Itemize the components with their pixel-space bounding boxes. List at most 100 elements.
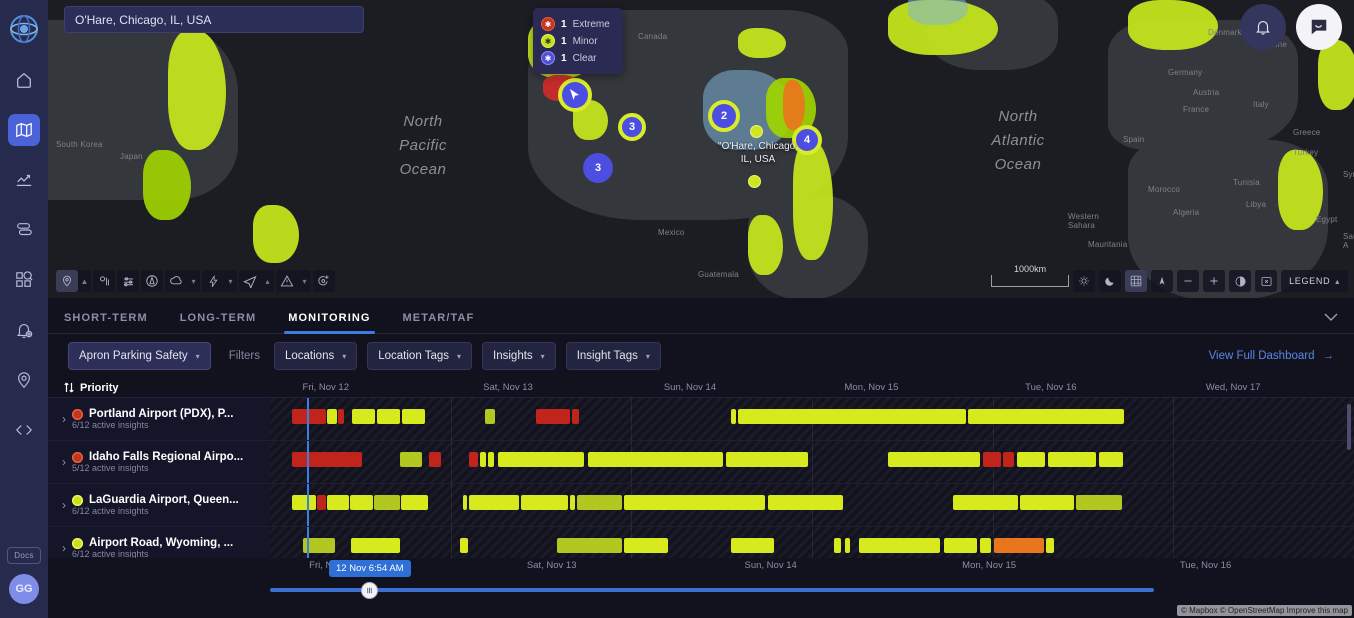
priority-sort-button[interactable]: Priority [48, 382, 270, 394]
timeline-bar[interactable] [488, 452, 495, 467]
timeline-bar[interactable] [377, 409, 400, 424]
timeline-bar[interactable] [317, 495, 327, 510]
time-slider-track[interactable] [270, 588, 1154, 592]
sidebar-item-explore[interactable] [8, 264, 40, 296]
timeline-bar[interactable] [768, 495, 844, 510]
chevron-down-icon[interactable]: ▾ [298, 270, 311, 292]
view-full-dashboard-link[interactable]: View Full Dashboard → [1209, 350, 1334, 362]
timeline-bar[interactable] [834, 538, 842, 553]
timeline-bar[interactable] [463, 495, 467, 510]
avatar[interactable]: GG [9, 574, 39, 604]
timeline-bar[interactable] [859, 538, 940, 553]
timeline-bar[interactable] [429, 452, 441, 467]
airport-icon[interactable] [141, 270, 163, 292]
filter-locations[interactable]: Locations ▾ [274, 342, 357, 370]
warning-icon[interactable] [276, 270, 298, 292]
fullscreen-icon[interactable] [1255, 270, 1277, 292]
timeline-bar[interactable] [738, 409, 966, 424]
timeline-bar[interactable] [1046, 538, 1054, 553]
zoom-out-button[interactable] [1177, 270, 1199, 292]
timeline-bar[interactable] [557, 538, 622, 553]
timeline-bar[interactable] [577, 495, 623, 510]
search-input[interactable]: O'Hare, Chicago, IL, USA [64, 6, 364, 33]
timeline-track[interactable] [270, 484, 1354, 526]
timeline-bar[interactable] [352, 409, 375, 424]
sidebar-item-locations[interactable] [8, 364, 40, 396]
map-cluster-marker[interactable]: 2 [708, 100, 740, 132]
docs-button[interactable]: Docs [7, 547, 40, 564]
timeline-bar[interactable] [327, 495, 349, 510]
timeline-bar[interactable] [292, 452, 362, 467]
map-attribution[interactable]: © Mapbox © OpenStreetMap Improve this ma… [1177, 605, 1352, 616]
table-row[interactable]: ›LaGuardia Airport, Queen...6/12 active … [48, 484, 1354, 527]
timeline-bar[interactable] [351, 538, 400, 553]
timeline-bar[interactable] [400, 452, 422, 467]
time-slider-handle[interactable] [361, 582, 378, 599]
timeline-bar[interactable] [480, 452, 485, 467]
lightning-icon[interactable] [202, 270, 224, 292]
timeline-bar[interactable] [1099, 452, 1123, 467]
timeline-bar[interactable] [1076, 495, 1122, 510]
support-chat-button[interactable] [1296, 4, 1342, 50]
timeline-rows[interactable]: ›Portland Airport (PDX), P...6/12 active… [48, 398, 1354, 558]
timeline-bar[interactable] [327, 409, 337, 424]
timeline-bar[interactable] [726, 452, 807, 467]
sidebar-item-layers[interactable] [8, 214, 40, 246]
timeline-bar[interactable] [1017, 452, 1045, 467]
timeline-bar[interactable] [469, 452, 478, 467]
expand-row-button[interactable]: › [62, 455, 66, 469]
notifications-button[interactable] [1240, 4, 1286, 50]
timeline-bar[interactable] [624, 538, 667, 553]
chevron-up-icon[interactable]: ▴ [261, 270, 274, 292]
pin-add-icon[interactable] [313, 270, 335, 292]
timeline-bar[interactable] [521, 495, 568, 510]
timeline-bar[interactable] [498, 452, 585, 467]
vertical-scrollbar[interactable] [1347, 404, 1351, 450]
timeline-bar[interactable] [1048, 452, 1096, 467]
filter-insights[interactable]: Insights ▾ [482, 342, 556, 370]
timeline-bar[interactable] [338, 409, 343, 424]
filter-location-tags[interactable]: Location Tags ▾ [367, 342, 472, 370]
tab-monitoring[interactable]: MONITORING [272, 312, 386, 333]
moon-icon[interactable] [1099, 270, 1121, 292]
timeline-bar[interactable] [624, 495, 765, 510]
table-row[interactable]: ›Airport Road, Wyoming, ...6/12 active i… [48, 527, 1354, 558]
timeline-bar[interactable] [944, 538, 977, 553]
timeline-bar[interactable] [292, 409, 327, 424]
timeline-bar[interactable] [570, 495, 574, 510]
chevron-up-icon[interactable]: ▲ [78, 270, 91, 292]
timeline-bar[interactable] [572, 409, 579, 424]
plane-icon[interactable] [239, 270, 261, 292]
chevron-down-icon[interactable]: ▾ [224, 270, 237, 292]
timeline-bar[interactable] [292, 495, 316, 510]
sidebar-item-home[interactable] [8, 64, 40, 96]
chevron-down-icon[interactable]: ▾ [187, 270, 200, 292]
timeline-bar[interactable] [731, 409, 736, 424]
timeline-bar[interactable] [469, 495, 519, 510]
tab-short-term[interactable]: SHORT-TERM [48, 312, 164, 333]
pin-filter-icon[interactable] [93, 270, 115, 292]
brightness-icon[interactable] [1073, 270, 1095, 292]
collapse-panel-button[interactable] [1324, 311, 1338, 325]
timeline-bar[interactable] [485, 409, 496, 424]
timeline-bar[interactable] [1003, 452, 1014, 467]
map-minor-marker[interactable] [750, 125, 763, 138]
tab-metar-taf[interactable]: METAR/TAF [387, 312, 491, 333]
timeline-bar[interactable] [888, 452, 980, 467]
timeline-bar[interactable] [460, 538, 469, 553]
timeline-bar[interactable] [1020, 495, 1074, 510]
expand-row-button[interactable]: › [62, 541, 66, 555]
satellite-icon[interactable] [1125, 270, 1147, 292]
map-cluster-marker[interactable]: 3 [618, 113, 646, 141]
timeline-track[interactable] [270, 527, 1354, 558]
sliders-icon[interactable] [117, 270, 139, 292]
map-canvas[interactable]: NorthPacificOcean NorthAtlanticOcean Can… [48, 0, 1354, 300]
map-cluster-marker-selected[interactable] [558, 78, 592, 112]
cloud-icon[interactable] [165, 270, 187, 292]
timeline-bar[interactable] [994, 538, 1044, 553]
timeline-bar[interactable] [350, 495, 373, 510]
timeline-bar[interactable] [731, 538, 774, 553]
timeline-bar[interactable] [588, 452, 724, 467]
table-row[interactable]: ›Portland Airport (PDX), P...6/12 active… [48, 398, 1354, 441]
sidebar-item-map[interactable] [8, 114, 40, 146]
